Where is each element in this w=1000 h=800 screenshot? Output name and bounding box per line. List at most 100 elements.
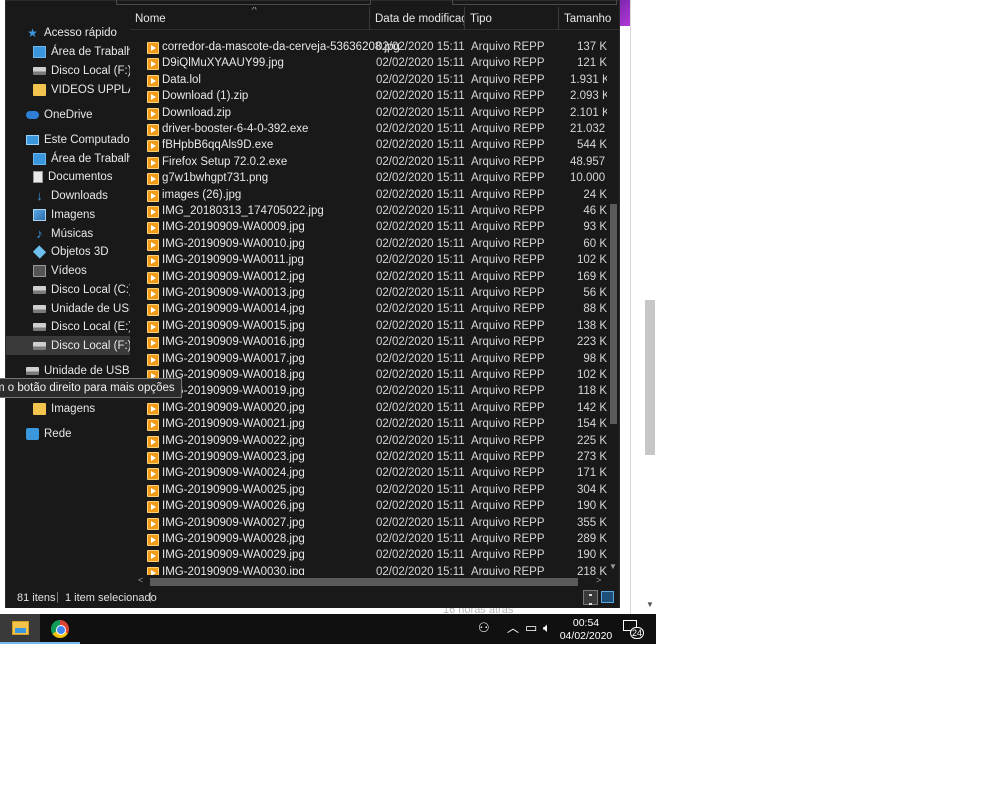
file-row[interactable]: IMG-20190909-WA0017.jpg 02/02/2020 15:11 A… bbox=[130, 352, 607, 368]
chrome-icon bbox=[51, 620, 69, 638]
file-row[interactable]: IMG-20190909-WA0011.jpg 02/02/2020 15:11 A… bbox=[130, 253, 607, 269]
file-name: driver-booster-6-4-0-392.exe bbox=[162, 123, 309, 135]
nav-item-disco-local-f[interactable]: Disco Local (F:) bbox=[6, 336, 130, 355]
vertical-scrollbar-thumb[interactable] bbox=[610, 204, 617, 424]
file-row[interactable]: images (26).jpg 02/02/2020 15:11 Arquivo R… bbox=[130, 188, 607, 204]
nav-item-rede[interactable]: Rede bbox=[6, 424, 130, 443]
file-row[interactable]: IMG-20190909-WA0023.jpg 02/02/2020 15:11 A… bbox=[130, 450, 607, 466]
file-row[interactable]: IMG-20190909-WA0016.jpg 02/02/2020 15:11 A… bbox=[130, 335, 607, 351]
file-row[interactable]: IMG_20180313_174705022.jpg 02/02/2020 15:… bbox=[130, 204, 607, 220]
nav-item-imagens-usb[interactable]: Imagens bbox=[6, 399, 130, 418]
search-box[interactable] bbox=[452, 0, 617, 5]
column-header-type[interactable]: Tipo bbox=[465, 7, 559, 30]
file-row[interactable]: IMG-20190909-WA0015.jpg 02/02/2020 15:11 A… bbox=[130, 319, 607, 335]
nav-item-videos-upplan[interactable]: VIDEOS UPPLAN bbox=[6, 80, 130, 99]
file-row[interactable]: Firefox Setup 72.0.2.exe 02/02/2020 15:11… bbox=[130, 155, 607, 171]
nav-item-disco-local-f-quick[interactable]: Disco Local (F:) bbox=[6, 61, 130, 80]
file-name: IMG-20190909-WA0019.jpg bbox=[162, 385, 305, 398]
file-size: 48.957 K bbox=[570, 155, 607, 168]
nav-item-label: Imagens bbox=[51, 402, 96, 415]
details-view-icon[interactable] bbox=[583, 590, 598, 605]
file-row[interactable]: IMG-20190909-WA0014.jpg 02/02/2020 15:11 A… bbox=[130, 302, 607, 318]
address-bar[interactable] bbox=[116, 0, 371, 5]
nav-item-disco-local-c[interactable]: Disco Local (C:) bbox=[6, 280, 130, 299]
file-row[interactable]: IMG-20190909-WA0021.jpg 02/02/2020 15:11 A… bbox=[130, 417, 607, 433]
nav-item-imagens[interactable]: Imagens bbox=[6, 205, 130, 224]
repp-file-icon bbox=[147, 206, 159, 218]
scroll-right-icon[interactable]: > bbox=[596, 575, 601, 585]
file-name: IMG-20190909-WA0013.jpg bbox=[162, 287, 305, 299]
repp-file-icon bbox=[147, 255, 159, 268]
file-row[interactable]: IMG-20190909-WA0027.jpg 02/02/2020 15:11 A… bbox=[130, 516, 607, 532]
nav-item-onedrive[interactable]: OneDrive bbox=[6, 105, 130, 124]
file-row[interactable]: IMG-20190909-WA0020.jpg 02/02/2020 15:11 A… bbox=[130, 401, 607, 417]
file-size: 24 K bbox=[583, 188, 607, 201]
file-row[interactable]: IMG-20190909-WA0024.jpg 02/02/2020 15:11 A… bbox=[130, 466, 607, 482]
vertical-scrollbar[interactable]: ▼ bbox=[607, 30, 619, 575]
file-row[interactable]: IMG-20190909-WA0029.jpg 02/02/2020 15:11 A… bbox=[130, 548, 607, 564]
file-type: Arquivo REPP bbox=[471, 270, 545, 283]
nav-item-unidade-usb-d[interactable]: Unidade de USB (D:) bbox=[6, 299, 130, 318]
file-row[interactable]: IMG-20190909-WA0019.jpg 02/02/2020 15:11 A… bbox=[130, 384, 607, 400]
action-center-button[interactable]: 24 bbox=[622, 619, 644, 639]
file-row[interactable]: IMG-20190909-WA0026.jpg 02/02/2020 15:11 A… bbox=[130, 499, 607, 515]
nav-item-videos[interactable]: Vídeos bbox=[6, 261, 130, 280]
volume-icon[interactable]: 🔈︎ bbox=[543, 621, 551, 635]
nav-item-disco-local-e[interactable]: Disco Local (E:) bbox=[6, 317, 130, 336]
network-icon[interactable]: ▭ bbox=[525, 621, 537, 635]
file-row[interactable]: IMG-20190909-WA0025.jpg 02/02/2020 15:11 A… bbox=[130, 483, 607, 499]
file-row[interactable]: IMG-20190909-WA0012.jpg 02/02/2020 15:11 A… bbox=[130, 270, 607, 286]
file-date-modified: 02/02/2020 15:11 bbox=[376, 41, 465, 53]
file-date-modified: 02/02/2020 15:11 bbox=[376, 237, 465, 250]
people-icon[interactable]: ⚇ bbox=[478, 621, 490, 635]
nav-item-area-de-trabalho[interactable]: Área de Trabalho bbox=[6, 149, 130, 168]
file-size: 2.093 K bbox=[570, 90, 607, 103]
file-name: IMG-20190909-WA0011.jpg bbox=[162, 254, 304, 267]
nav-item-downloads[interactable]: ↓ Downloads bbox=[6, 186, 130, 205]
taskbar-file-explorer-button[interactable] bbox=[0, 614, 40, 644]
nav-item-objetos-3d[interactable]: Objetos 3D bbox=[6, 242, 130, 261]
clock-date[interactable]: 04/02/2020 bbox=[556, 630, 616, 642]
nav-item-musicas[interactable]: ♪ Músicas bbox=[6, 224, 130, 243]
nav-item-area-de-trabalho-pinned[interactable]: Área de Trabalho📌︎ bbox=[6, 42, 130, 61]
file-name: fBHpbB6qqAls9D.exe bbox=[162, 139, 274, 152]
file-row[interactable]: Download.zip 02/02/2020 15:11 Arquivo REPP… bbox=[130, 106, 607, 122]
large-icons-view-icon[interactable] bbox=[601, 591, 614, 603]
column-header-date[interactable]: Data de modificaç... bbox=[370, 7, 465, 30]
clock-time[interactable]: 00:54 bbox=[556, 617, 616, 629]
taskbar-chrome-button[interactable] bbox=[40, 614, 80, 644]
file-name: images (26).jpg bbox=[162, 188, 242, 201]
scroll-left-icon[interactable]: < bbox=[138, 575, 143, 585]
background-scrollbar-thumb[interactable] bbox=[645, 300, 655, 455]
nav-item-acesso-rapido[interactable]: ★ Acesso rápido bbox=[6, 23, 130, 42]
file-row[interactable]: corredor-da-mascote-da-cerveja-53636208.… bbox=[130, 40, 607, 56]
column-header-size[interactable]: Tamanho bbox=[559, 7, 619, 30]
file-row[interactable]: fBHpbB6qqAls9D.exe 02/02/2020 15:11 Arquiv… bbox=[130, 138, 607, 154]
notification-count-badge: 24 bbox=[630, 627, 644, 639]
column-header-name[interactable]: Nome bbox=[130, 7, 370, 30]
horizontal-scrollbar[interactable]: < > bbox=[130, 575, 607, 588]
scroll-down-icon[interactable]: ▼ bbox=[608, 562, 618, 571]
file-row[interactable]: driver-booster-6-4-0-392.exe 02/02/2020 1… bbox=[130, 122, 607, 138]
file-type: Arquivo REPP bbox=[471, 451, 545, 463]
file-type: Arquivo REPP bbox=[471, 139, 545, 152]
show-hidden-icons-chevron-icon[interactable]: ︿ bbox=[507, 621, 519, 635]
file-row[interactable]: IMG-20190909-WA0013.jpg 02/02/2020 15:11 A… bbox=[130, 286, 607, 302]
nav-item-este-computador[interactable]: Este Computador bbox=[6, 130, 130, 149]
file-row[interactable]: IMG-20190909-WA0030.jpg 02/02/2020 15:11 A… bbox=[130, 565, 607, 575]
file-row[interactable]: IMG-20190909-WA0028.jpg 02/02/2020 15:11 A… bbox=[130, 532, 607, 548]
file-row[interactable]: IMG-20190909-WA0010.jpg 02/02/2020 15:11 A… bbox=[130, 237, 607, 253]
file-date-modified: 02/02/2020 15:11 bbox=[376, 483, 465, 496]
nav-item-documentos[interactable]: Documentos bbox=[6, 167, 130, 186]
file-row[interactable]: IMG-20190909-WA0009.jpg 02/02/2020 15:11 A… bbox=[130, 220, 607, 236]
background-scroll-down-icon[interactable]: ▼ bbox=[644, 600, 656, 610]
file-row[interactable]: Download (1).zip 02/02/2020 15:11 Arquivo … bbox=[130, 89, 607, 105]
file-row[interactable]: Data.lol 02/02/2020 15:11 Arquivo REPP 1.93… bbox=[130, 73, 607, 89]
file-date-modified: 02/02/2020 15:11 bbox=[376, 155, 465, 168]
horizontal-scrollbar-thumb[interactable] bbox=[150, 578, 578, 586]
file-row[interactable]: IMG-20190909-WA0018.jpg 02/02/2020 15:11 A… bbox=[130, 368, 607, 384]
file-type: Arquivo REPP bbox=[471, 401, 545, 414]
file-row[interactable]: IMG-20190909-WA0022.jpg 02/02/2020 15:11 A… bbox=[130, 434, 607, 450]
file-row[interactable]: D9iQlMuXYAAUY99.jpg 02/02/2020 15:11 Arqui… bbox=[130, 56, 607, 72]
file-row[interactable]: g7w1bwhgpt731.png 02/02/2020 15:11 Arquivo… bbox=[130, 171, 607, 187]
